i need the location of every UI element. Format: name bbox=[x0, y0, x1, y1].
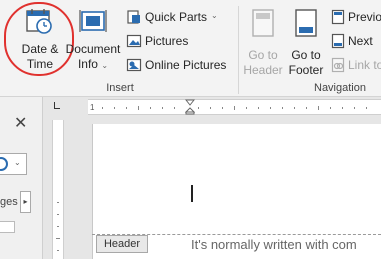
go-to-footer-button[interactable]: Go to Footer bbox=[284, 4, 328, 77]
chevron-down-icon: ⌄ bbox=[14, 158, 21, 167]
ruler-ticks bbox=[56, 202, 60, 251]
online-pictures-label: Online Pictures bbox=[145, 58, 227, 72]
link-icon bbox=[331, 57, 345, 73]
document-info-label-1: Document bbox=[65, 42, 121, 56]
next-label: Next bbox=[348, 34, 373, 48]
document-info-button[interactable]: Document Info ⌄ bbox=[64, 4, 122, 74]
previous-label: Previo bbox=[348, 10, 381, 24]
document-info-label-2: Info ⌄ bbox=[64, 57, 122, 73]
link-to-label: Link to bbox=[348, 58, 381, 72]
indent-marker-icon[interactable] bbox=[185, 99, 195, 115]
navigation-group-label: Navigation bbox=[314, 82, 366, 94]
go-to-footer-label-1: Go to bbox=[291, 48, 321, 62]
previous-icon bbox=[331, 9, 345, 25]
quick-parts-label: Quick Parts bbox=[145, 10, 208, 24]
online-pictures-button[interactable]: Online Pictures bbox=[126, 56, 232, 74]
thumbnail-item[interactable] bbox=[0, 221, 15, 233]
pane-divider bbox=[42, 97, 43, 259]
pictures-label: Pictures bbox=[145, 34, 189, 48]
go-to-header-button[interactable]: Go to Header bbox=[242, 4, 284, 77]
horizontal-ruler[interactable]: 1 bbox=[88, 99, 381, 115]
quick-parts-button[interactable]: Quick Parts ⌄ bbox=[126, 8, 232, 26]
previous-button[interactable]: Previo bbox=[330, 8, 381, 26]
tab-pages[interactable]: ges bbox=[0, 195, 18, 209]
next-button[interactable]: Next bbox=[330, 32, 381, 50]
insert-group-label: Insert bbox=[106, 82, 134, 94]
document-info-icon bbox=[79, 10, 107, 32]
go-to-header-label-1: Go to bbox=[248, 48, 278, 62]
vertical-ruler[interactable] bbox=[52, 120, 64, 259]
close-icon[interactable]: ✕ bbox=[14, 113, 27, 133]
group-separator bbox=[238, 6, 239, 94]
tab-stop-icon bbox=[54, 102, 60, 109]
online-pictures-icon bbox=[126, 58, 142, 72]
go-to-header-icon bbox=[252, 9, 274, 37]
chevron-down-icon: ⌄ bbox=[211, 11, 218, 20]
document-info-label-text: Info bbox=[77, 57, 98, 71]
header-hint-text: It's normally written with com bbox=[191, 237, 357, 252]
header-tab: Header bbox=[96, 235, 148, 253]
navigation-pane: ✕ ⌄ ges ▸ bbox=[0, 97, 42, 259]
ribbon: Date & Time Document Info ⌄ Quick Parts … bbox=[0, 0, 381, 97]
next-icon bbox=[331, 33, 345, 49]
ruler-ticks: 1 bbox=[90, 103, 367, 112]
search-dropdown[interactable]: ⌄ bbox=[0, 153, 27, 175]
pictures-button[interactable]: Pictures bbox=[126, 32, 206, 50]
pages-scroll-arrow[interactable]: ▸ bbox=[20, 191, 31, 213]
go-to-header-label-2: Header bbox=[243, 63, 283, 77]
text-cursor bbox=[191, 185, 193, 202]
search-icon bbox=[0, 157, 8, 171]
go-to-footer-icon bbox=[295, 9, 317, 37]
chevron-down-icon: ⌄ bbox=[101, 61, 109, 70]
svg-text:1: 1 bbox=[90, 103, 95, 112]
tab-selector[interactable] bbox=[52, 101, 62, 111]
quick-parts-icon bbox=[127, 10, 140, 24]
link-to-previous-button[interactable]: Link to bbox=[330, 56, 381, 74]
go-to-footer-label-2: Footer bbox=[288, 63, 324, 77]
pictures-icon bbox=[126, 34, 142, 48]
